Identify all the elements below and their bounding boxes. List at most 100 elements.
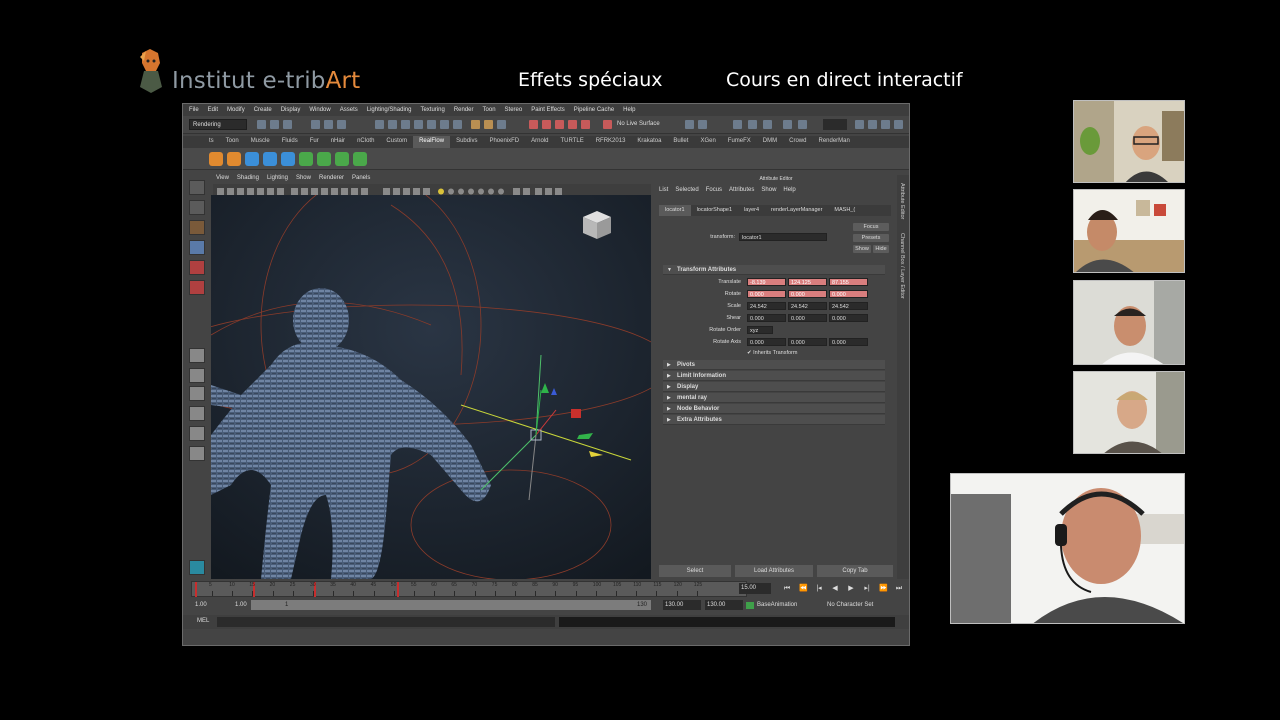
coord-input[interactable] xyxy=(823,119,847,130)
panel-toggle-3[interactable] xyxy=(881,120,890,129)
magnet-4-icon[interactable] xyxy=(568,120,577,129)
transform-name-field[interactable]: locator1 xyxy=(739,233,827,241)
shelf-tab-renderman[interactable]: RenderMan xyxy=(812,136,855,148)
magnet-5-icon[interactable] xyxy=(581,120,590,129)
select-hierarchy-icon[interactable] xyxy=(311,120,320,129)
graph-layout-icon[interactable] xyxy=(189,426,205,441)
single-pane-layout-icon[interactable] xyxy=(189,348,205,363)
attribute-editor-side-tab[interactable]: Attribute Editor xyxy=(899,183,905,219)
ae-tab-layer4[interactable]: layer4 xyxy=(738,205,765,216)
menu-paint-effects[interactable]: Paint Effects xyxy=(531,107,565,113)
character-set-select[interactable]: No Character Set xyxy=(825,600,885,610)
viewport-menu-shading[interactable]: Shading xyxy=(237,175,259,184)
section-mental-ray[interactable]: ▶ mental ray xyxy=(663,393,885,403)
rotate-x-field[interactable]: 0.000 xyxy=(747,290,786,298)
shelf-tab-ts[interactable]: ts xyxy=(203,136,220,148)
relative-mode-icon[interactable] xyxy=(748,120,757,129)
3d-viewport[interactable] xyxy=(211,195,651,579)
rename-icon[interactable] xyxy=(783,120,792,129)
ae-tab-locatorshape1[interactable]: locatorShape1 xyxy=(691,205,738,216)
scale-y-field[interactable]: 24.542 xyxy=(788,302,827,310)
shelf-tab-fumefx[interactable]: FumeFX xyxy=(722,136,757,148)
ae-menu-list[interactable]: List xyxy=(659,187,668,193)
render-settings-icon[interactable] xyxy=(497,120,506,129)
snap-surface-icon[interactable] xyxy=(427,120,436,129)
live-surface-icon[interactable] xyxy=(603,120,612,129)
step-back-key-button[interactable]: ⏪ xyxy=(799,584,808,593)
rotate-axis-z-field[interactable]: 0.000 xyxy=(829,338,868,346)
rotate-order-select[interactable]: xyz xyxy=(747,326,773,334)
toggle-icon-1[interactable] xyxy=(685,120,694,129)
shelf-tab-toon[interactable]: Toon xyxy=(220,136,245,148)
inherits-transform-checkbox[interactable]: ✔ Inherits Transform xyxy=(747,350,797,356)
menu-assets[interactable]: Assets xyxy=(340,107,358,113)
render-frame-icon[interactable] xyxy=(471,120,480,129)
play-backward-button[interactable]: ◀ xyxy=(831,584,839,593)
shelf-tab-fluids[interactable]: Fluids xyxy=(276,136,304,148)
magnet-2-icon[interactable] xyxy=(542,120,551,129)
lasso-tool-icon[interactable] xyxy=(189,200,205,215)
menu-set-select[interactable]: Rendering xyxy=(189,119,247,130)
rotate-axis-y-field[interactable]: 0.000 xyxy=(788,338,827,346)
ae-menu-attributes[interactable]: Attributes xyxy=(729,187,754,193)
save-scene-icon[interactable] xyxy=(283,120,292,129)
snap-point-icon[interactable] xyxy=(401,120,410,129)
shelf-tab-krakatoa[interactable]: Krakatoa xyxy=(631,136,667,148)
ae-menu-show[interactable]: Show xyxy=(761,187,776,193)
select-object-icon[interactable] xyxy=(324,120,333,129)
range-end-field[interactable]: 130.00 xyxy=(663,600,701,610)
menu-modify[interactable]: Modify xyxy=(227,107,245,113)
shelf-tab-realflow[interactable]: RealFlow xyxy=(413,136,451,148)
step-back-frame-button[interactable]: |◂ xyxy=(815,584,823,593)
rotate-tool-icon[interactable] xyxy=(189,260,205,275)
shelf-tab-ncloth[interactable]: nCloth xyxy=(351,136,380,148)
shear-y-field[interactable]: 0.000 xyxy=(788,314,827,322)
rotate-y-field[interactable]: 0.000 xyxy=(788,290,827,298)
ipr-render-icon[interactable] xyxy=(484,120,493,129)
magnet-3-icon[interactable] xyxy=(555,120,564,129)
channel-box-side-tab[interactable]: Channel Box / Layer Editor xyxy=(899,233,905,299)
transform-attributes-section[interactable]: ▼ Transform Attributes xyxy=(663,265,885,275)
translate-z-field[interactable]: 87.155 xyxy=(829,278,868,286)
shear-z-field[interactable]: 0.000 xyxy=(829,314,868,322)
shelf-tab-arnold[interactable]: Arnold xyxy=(525,136,554,148)
select-tool-icon[interactable] xyxy=(189,180,205,195)
load-attributes-button[interactable]: Load Attributes xyxy=(735,565,813,577)
time-slider[interactable]: 5 10 15 20 25 30 35 40 45 50 55 60 65 70 75 80 85 90 95 100… xyxy=(191,581,747,597)
panel-toggle-1[interactable] xyxy=(855,120,864,129)
shelf-tab-muscle[interactable]: Muscle xyxy=(245,136,276,148)
select-component-icon[interactable] xyxy=(337,120,346,129)
menu-edit[interactable]: Edit xyxy=(208,107,218,113)
open-scene-icon[interactable] xyxy=(270,120,279,129)
shelf-tab-xgen[interactable]: XGen xyxy=(694,136,721,148)
step-forward-frame-button[interactable]: ▸| xyxy=(863,584,871,593)
realflow-icon-2[interactable] xyxy=(227,152,241,166)
shelf-tab-phoenixfd[interactable]: PhoenixFD xyxy=(483,136,525,148)
snap-grid-icon[interactable] xyxy=(375,120,384,129)
four-pane-layout-icon[interactable] xyxy=(189,368,205,383)
realflow-icon-4[interactable] xyxy=(263,152,277,166)
viewport-menu-lighting[interactable]: Lighting xyxy=(267,175,288,184)
shelf-tab-bullet[interactable]: Bullet xyxy=(667,136,694,148)
show-button[interactable]: Show xyxy=(853,245,871,253)
menu-lighting-shading[interactable]: Lighting/Shading xyxy=(367,107,412,113)
shelf-tab-dmm[interactable]: DMM xyxy=(757,136,783,148)
ae-menu-focus[interactable]: Focus xyxy=(706,187,722,193)
realflow-icon-7[interactable] xyxy=(317,152,331,166)
section-extra-attributes[interactable]: ▶ Extra Attributes xyxy=(663,415,885,425)
section-limit-information[interactable]: ▶ Limit Information xyxy=(663,371,885,381)
translate-y-field[interactable]: 124.125 xyxy=(788,278,827,286)
copy-tab-button[interactable]: Copy Tab xyxy=(817,565,893,577)
menu-help[interactable]: Help xyxy=(623,107,635,113)
go-to-start-button[interactable]: ⏮ xyxy=(783,584,791,593)
focus-button[interactable]: Focus xyxy=(853,223,889,231)
menu-texturing[interactable]: Texturing xyxy=(420,107,444,113)
start-time-field[interactable]: 1.00 xyxy=(193,600,219,610)
current-frame-field[interactable]: 15.00 xyxy=(739,583,771,594)
input-line-icon[interactable] xyxy=(733,120,742,129)
menu-toon[interactable]: Toon xyxy=(483,107,496,113)
go-to-end-button[interactable]: ⏭ xyxy=(895,584,903,593)
realflow-icon-6[interactable] xyxy=(299,152,313,166)
viewport-menu-panels[interactable]: Panels xyxy=(352,175,370,184)
shelf-tab-nhair[interactable]: nHair xyxy=(325,136,351,148)
